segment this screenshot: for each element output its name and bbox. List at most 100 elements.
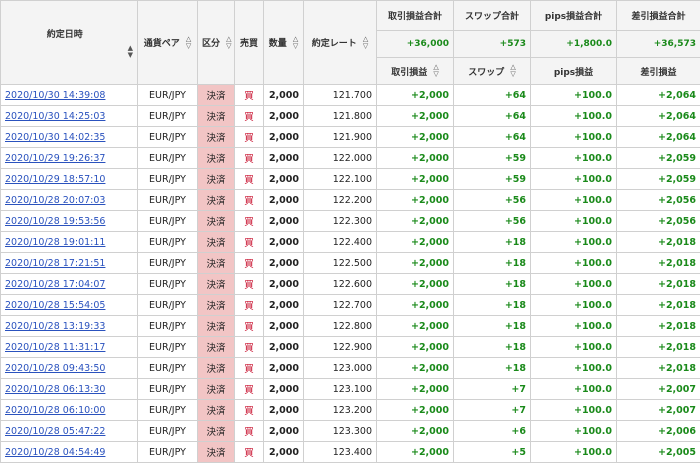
kubun-cell: 決済 <box>198 127 235 148</box>
currency-pair-cell: EUR/JPY <box>138 379 198 400</box>
sort-rate-icon[interactable]: △ ▽ <box>363 36 368 50</box>
swap-cell: +18 <box>454 316 531 337</box>
trade-date-link[interactable]: 2020/10/28 06:13:30 <box>5 384 105 395</box>
table-row: 2020/10/28 05:47:22 EUR/JPY 決済 買 2,000 1… <box>1 421 700 442</box>
sort-pair-icon[interactable]: △ ▽ <box>186 36 191 50</box>
rate-cell: 121.700 <box>304 85 377 106</box>
net-cell: +2,056 <box>617 190 700 211</box>
header-net[interactable]: 差引損益 <box>617 58 700 85</box>
trade-date-cell: 2020/10/28 09:43:50 <box>1 358 138 379</box>
pnl-cell: +2,000 <box>377 400 454 421</box>
net-cell: +2,006 <box>617 421 700 442</box>
header-date[interactable]: 約定日時 ▲ ▼ <box>1 1 138 85</box>
rate-cell: 122.100 <box>304 169 377 190</box>
trade-date-cell: 2020/10/28 06:13:30 <box>1 379 138 400</box>
trade-date-cell: 2020/10/29 19:26:37 <box>1 148 138 169</box>
currency-pair-cell: EUR/JPY <box>138 274 198 295</box>
trade-date-link[interactable]: 2020/10/30 14:25:03 <box>5 111 105 122</box>
pnl-cell: +2,000 <box>377 190 454 211</box>
rate-cell: 121.800 <box>304 106 377 127</box>
pips-cell: +100.0 <box>531 211 617 232</box>
sort-kubun-icon[interactable]: △ ▽ <box>226 36 231 50</box>
pips-cell: +100.0 <box>531 316 617 337</box>
header-swap[interactable]: スワップ △ ▽ <box>454 58 531 85</box>
side-cell: 買 <box>235 442 264 463</box>
pnl-cell: +2,000 <box>377 274 454 295</box>
sort-pnl-icon[interactable]: △ ▽ <box>433 64 438 78</box>
trade-date-link[interactable]: 2020/10/28 09:43:50 <box>5 363 105 374</box>
pips-cell: +100.0 <box>531 127 617 148</box>
header-pair[interactable]: 通貨ペア △ ▽ <box>138 1 198 85</box>
side-cell: 買 <box>235 337 264 358</box>
net-cell: +2,018 <box>617 358 700 379</box>
kubun-cell: 決済 <box>198 400 235 421</box>
kubun-cell: 決済 <box>198 232 235 253</box>
header-pnl[interactable]: 取引損益 △ ▽ <box>377 58 454 85</box>
trade-date-link[interactable]: 2020/10/30 14:02:35 <box>5 132 105 143</box>
table-row: 2020/10/30 14:39:08 EUR/JPY 決済 買 2,000 1… <box>1 85 700 106</box>
net-cell: +2,018 <box>617 295 700 316</box>
sort-qty-icon[interactable]: △ ▽ <box>293 36 298 50</box>
table-row: 2020/10/28 13:19:33 EUR/JPY 決済 買 2,000 1… <box>1 316 700 337</box>
trade-date-link[interactable]: 2020/10/29 19:26:37 <box>5 153 105 164</box>
sort-swap-icon[interactable]: △ ▽ <box>510 64 515 78</box>
net-cell: +2,018 <box>617 253 700 274</box>
trade-date-link[interactable]: 2020/10/28 13:19:33 <box>5 321 105 332</box>
side-cell: 買 <box>235 421 264 442</box>
pips-cell: +100.0 <box>531 169 617 190</box>
side-cell: 買 <box>235 190 264 211</box>
side-cell: 買 <box>235 400 264 421</box>
trade-date-link[interactable]: 2020/10/28 04:54:49 <box>5 447 105 458</box>
trade-date-link[interactable]: 2020/10/28 20:07:03 <box>5 195 105 206</box>
currency-pair-cell: EUR/JPY <box>138 85 198 106</box>
kubun-cell: 決済 <box>198 316 235 337</box>
trade-date-link[interactable]: 2020/10/28 17:21:51 <box>5 258 105 269</box>
trade-date-link[interactable]: 2020/10/28 05:47:22 <box>5 426 105 437</box>
trade-date-link[interactable]: 2020/10/28 19:01:11 <box>5 237 105 248</box>
quantity-cell: 2,000 <box>264 358 304 379</box>
trade-date-cell: 2020/10/28 17:04:07 <box>1 274 138 295</box>
side-cell: 買 <box>235 127 264 148</box>
net-cell: +2,059 <box>617 148 700 169</box>
kubun-cell: 決済 <box>198 295 235 316</box>
trade-date-link[interactable]: 2020/10/28 17:04:07 <box>5 279 105 290</box>
trade-date-cell: 2020/10/29 18:57:10 <box>1 169 138 190</box>
side-cell: 買 <box>235 253 264 274</box>
header-pips[interactable]: pips損益 <box>531 58 617 85</box>
net-cell: +2,064 <box>617 127 700 148</box>
swap-cell: +6 <box>454 421 531 442</box>
trade-date-link[interactable]: 2020/10/28 19:53:56 <box>5 216 105 227</box>
net-cell: +2,005 <box>617 442 700 463</box>
pnl-cell: +2,000 <box>377 148 454 169</box>
pips-cell: +100.0 <box>531 295 617 316</box>
pips-cell: +100.0 <box>531 400 617 421</box>
table-row: 2020/10/30 14:25:03 EUR/JPY 決済 買 2,000 1… <box>1 106 700 127</box>
header-kubun[interactable]: 区分 △ ▽ <box>198 1 235 85</box>
trade-date-link[interactable]: 2020/10/28 11:31:17 <box>5 342 105 353</box>
table-row: 2020/10/28 15:54:05 EUR/JPY 決済 買 2,000 1… <box>1 295 700 316</box>
trade-date-link[interactable]: 2020/10/29 18:57:10 <box>5 174 105 185</box>
kubun-cell: 決済 <box>198 85 235 106</box>
trade-date-link[interactable]: 2020/10/28 15:54:05 <box>5 300 105 311</box>
pips-cell: +100.0 <box>531 274 617 295</box>
sort-date-icon[interactable]: ▲ ▼ <box>128 45 133 59</box>
trade-date-link[interactable]: 2020/10/30 14:39:08 <box>5 90 105 101</box>
table-row: 2020/10/28 09:43:50 EUR/JPY 決済 買 2,000 1… <box>1 358 700 379</box>
pnl-cell: +2,000 <box>377 442 454 463</box>
header-rate[interactable]: 約定レート △ ▽ <box>304 1 377 85</box>
table-row: 2020/10/29 19:26:37 EUR/JPY 決済 買 2,000 1… <box>1 148 700 169</box>
header-qty[interactable]: 数量 △ ▽ <box>264 1 304 85</box>
trade-date-cell: 2020/10/28 11:31:17 <box>1 337 138 358</box>
kubun-cell: 決済 <box>198 421 235 442</box>
net-cell: +2,018 <box>617 274 700 295</box>
side-cell: 買 <box>235 85 264 106</box>
header-side[interactable]: 売買 <box>235 1 264 85</box>
quantity-cell: 2,000 <box>264 211 304 232</box>
header-swap-total-label: スワップ合計 <box>454 1 531 31</box>
swap-cell: +18 <box>454 274 531 295</box>
side-cell: 買 <box>235 379 264 400</box>
trade-date-cell: 2020/10/28 19:01:11 <box>1 232 138 253</box>
trade-date-link[interactable]: 2020/10/28 06:10:00 <box>5 405 105 416</box>
pnl-cell: +2,000 <box>377 421 454 442</box>
table-row: 2020/10/28 04:54:49 EUR/JPY 決済 買 2,000 1… <box>1 442 700 463</box>
